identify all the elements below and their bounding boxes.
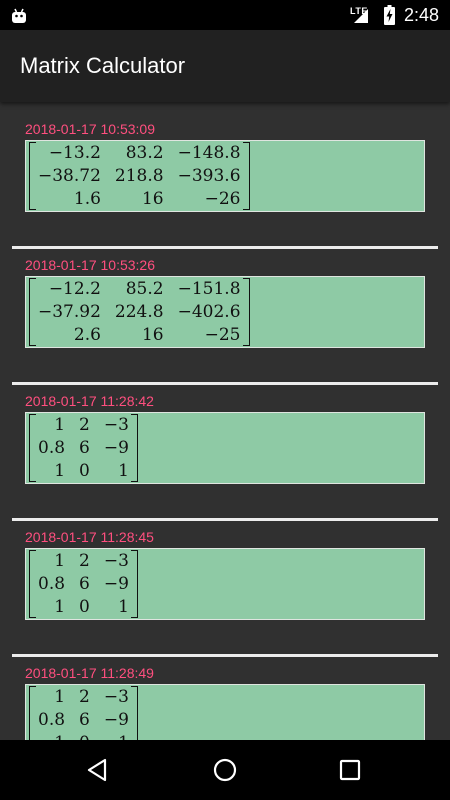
matrix-result[interactable]: −12.2 −37.92 2.6 85.2 224.8 16 −151.8 −402.6 −25 [25,276,425,348]
matrix: 10.81260−3−91 [29,686,138,740]
matrix-cell: 0 [79,596,90,617]
history-list[interactable]: 2018-01-17 10:53:09 −13.2 −38.72 1.6 83.2 218… [0,102,450,740]
matrix: −13.2 −38.72 1.6 83.2 218.8 16 −148.8 −393.6 −26 [29,142,250,210]
matrix-cell: 83.2 [125,143,164,164]
right-bracket [242,142,250,210]
history-timestamp: 2018-01-17 11:28:49 [25,665,154,681]
matrix-cell: 0.8 [38,573,66,594]
history-timestamp: 2018-01-17 11:28:45 [25,529,154,545]
left-bracket [29,686,36,740]
battery-charging-icon [384,5,395,25]
status-time: 2:48 [404,5,440,25]
matrix-cell: −25 [204,324,241,345]
matrix-cell: −38.72 [38,165,101,186]
left-bracket [29,414,36,482]
matrix-cell: 1 [54,551,66,572]
matrix-cell: 2 [79,415,90,436]
left-bracket [29,278,36,346]
right-bracket [130,686,138,740]
matrix-cell: 1 [54,415,66,436]
matrix-cell: 0.8 [38,709,66,730]
matrix-cell: 1 [54,596,66,617]
matrix-cell: 85.2 [125,279,164,300]
matrix-cell: −9 [103,573,129,594]
matrix: 10.81260−3−91 [29,414,138,482]
divider [12,654,438,657]
history-timestamp: 2018-01-17 10:53:09 [25,121,155,137]
left-bracket [29,550,36,618]
history-timestamp: 2018-01-17 11:28:42 [25,393,154,409]
matrix-cell: −12.2 [48,279,101,300]
matrix-cell: 1 [118,460,129,481]
matrix-cell: −3 [103,551,129,572]
home-icon[interactable] [211,756,239,784]
matrix-cell: 224.8 [114,301,164,322]
matrix-cell: 2.6 [73,324,101,345]
matrix-cell: 1 [118,596,129,617]
matrix-cell: −9 [103,437,129,458]
matrix-cell: −151.8 [177,279,241,300]
app-title: Matrix Calculator [20,53,186,78]
right-bracket [130,414,138,482]
history-timestamp: 2018-01-17 10:53:26 [25,257,155,273]
recents-icon[interactable] [336,756,364,784]
divider [12,382,438,385]
right-bracket [130,550,138,618]
divider [12,246,438,249]
matrix-cell: 6 [79,573,90,594]
divider [12,518,438,521]
matrix-cell: 6 [79,437,90,458]
matrix-cell: −402.6 [177,301,241,322]
back-icon[interactable] [84,756,112,784]
matrix-cell: 0 [79,732,90,740]
matrix-cell: −393.6 [177,165,241,186]
matrix-cell: 16 [141,188,164,209]
matrix-cell: −9 [103,709,129,730]
matrix-cell: 2 [79,687,90,708]
android-icon [12,8,26,23]
matrix: −12.2 −37.92 2.6 85.2 224.8 16 −151.8 −402.6 −25 [29,278,250,346]
navigation-bar [0,740,450,800]
matrix-cell: 1 [38,732,65,740]
matrix-cell: 6 [79,709,90,730]
matrix-cell: 1.6 [73,188,101,209]
matrix-cell: 2 [79,551,90,572]
matrix-result[interactable]: −13.2 −38.72 1.6 83.2 218.8 16 −148.8 −393.6 −26 [25,140,425,212]
left-bracket [29,142,36,210]
status-bar: LTE 2:48 [0,0,450,30]
matrix-cell: 0.8 [38,437,66,458]
signal-icon [354,9,368,23]
matrix-result[interactable]: 10.81260−3−91 [25,684,425,740]
matrix: 10.81260−3−91 [29,550,138,618]
matrix-cell: 0 [79,460,90,481]
matrix-result[interactable]: 10.81260−3−91 [25,412,425,484]
matrix-cell: 1 [54,460,66,481]
app-bar: Matrix Calculator [0,30,450,102]
matrix-cell: 1 [104,732,129,740]
matrix-cell: −3 [103,415,129,436]
matrix-result[interactable]: 10.81260−3−91 [25,548,425,620]
matrix-cell: −148.8 [177,143,241,164]
matrix-cell: −37.92 [38,301,101,322]
matrix-cell: −3 [103,687,129,708]
matrix-cell: 218.8 [114,165,164,186]
matrix-cell: −26 [204,188,241,209]
right-bracket [242,278,250,346]
matrix-cell: −13.2 [48,143,101,164]
matrix-cell: 1 [54,687,66,708]
matrix-cell: 16 [141,324,164,345]
